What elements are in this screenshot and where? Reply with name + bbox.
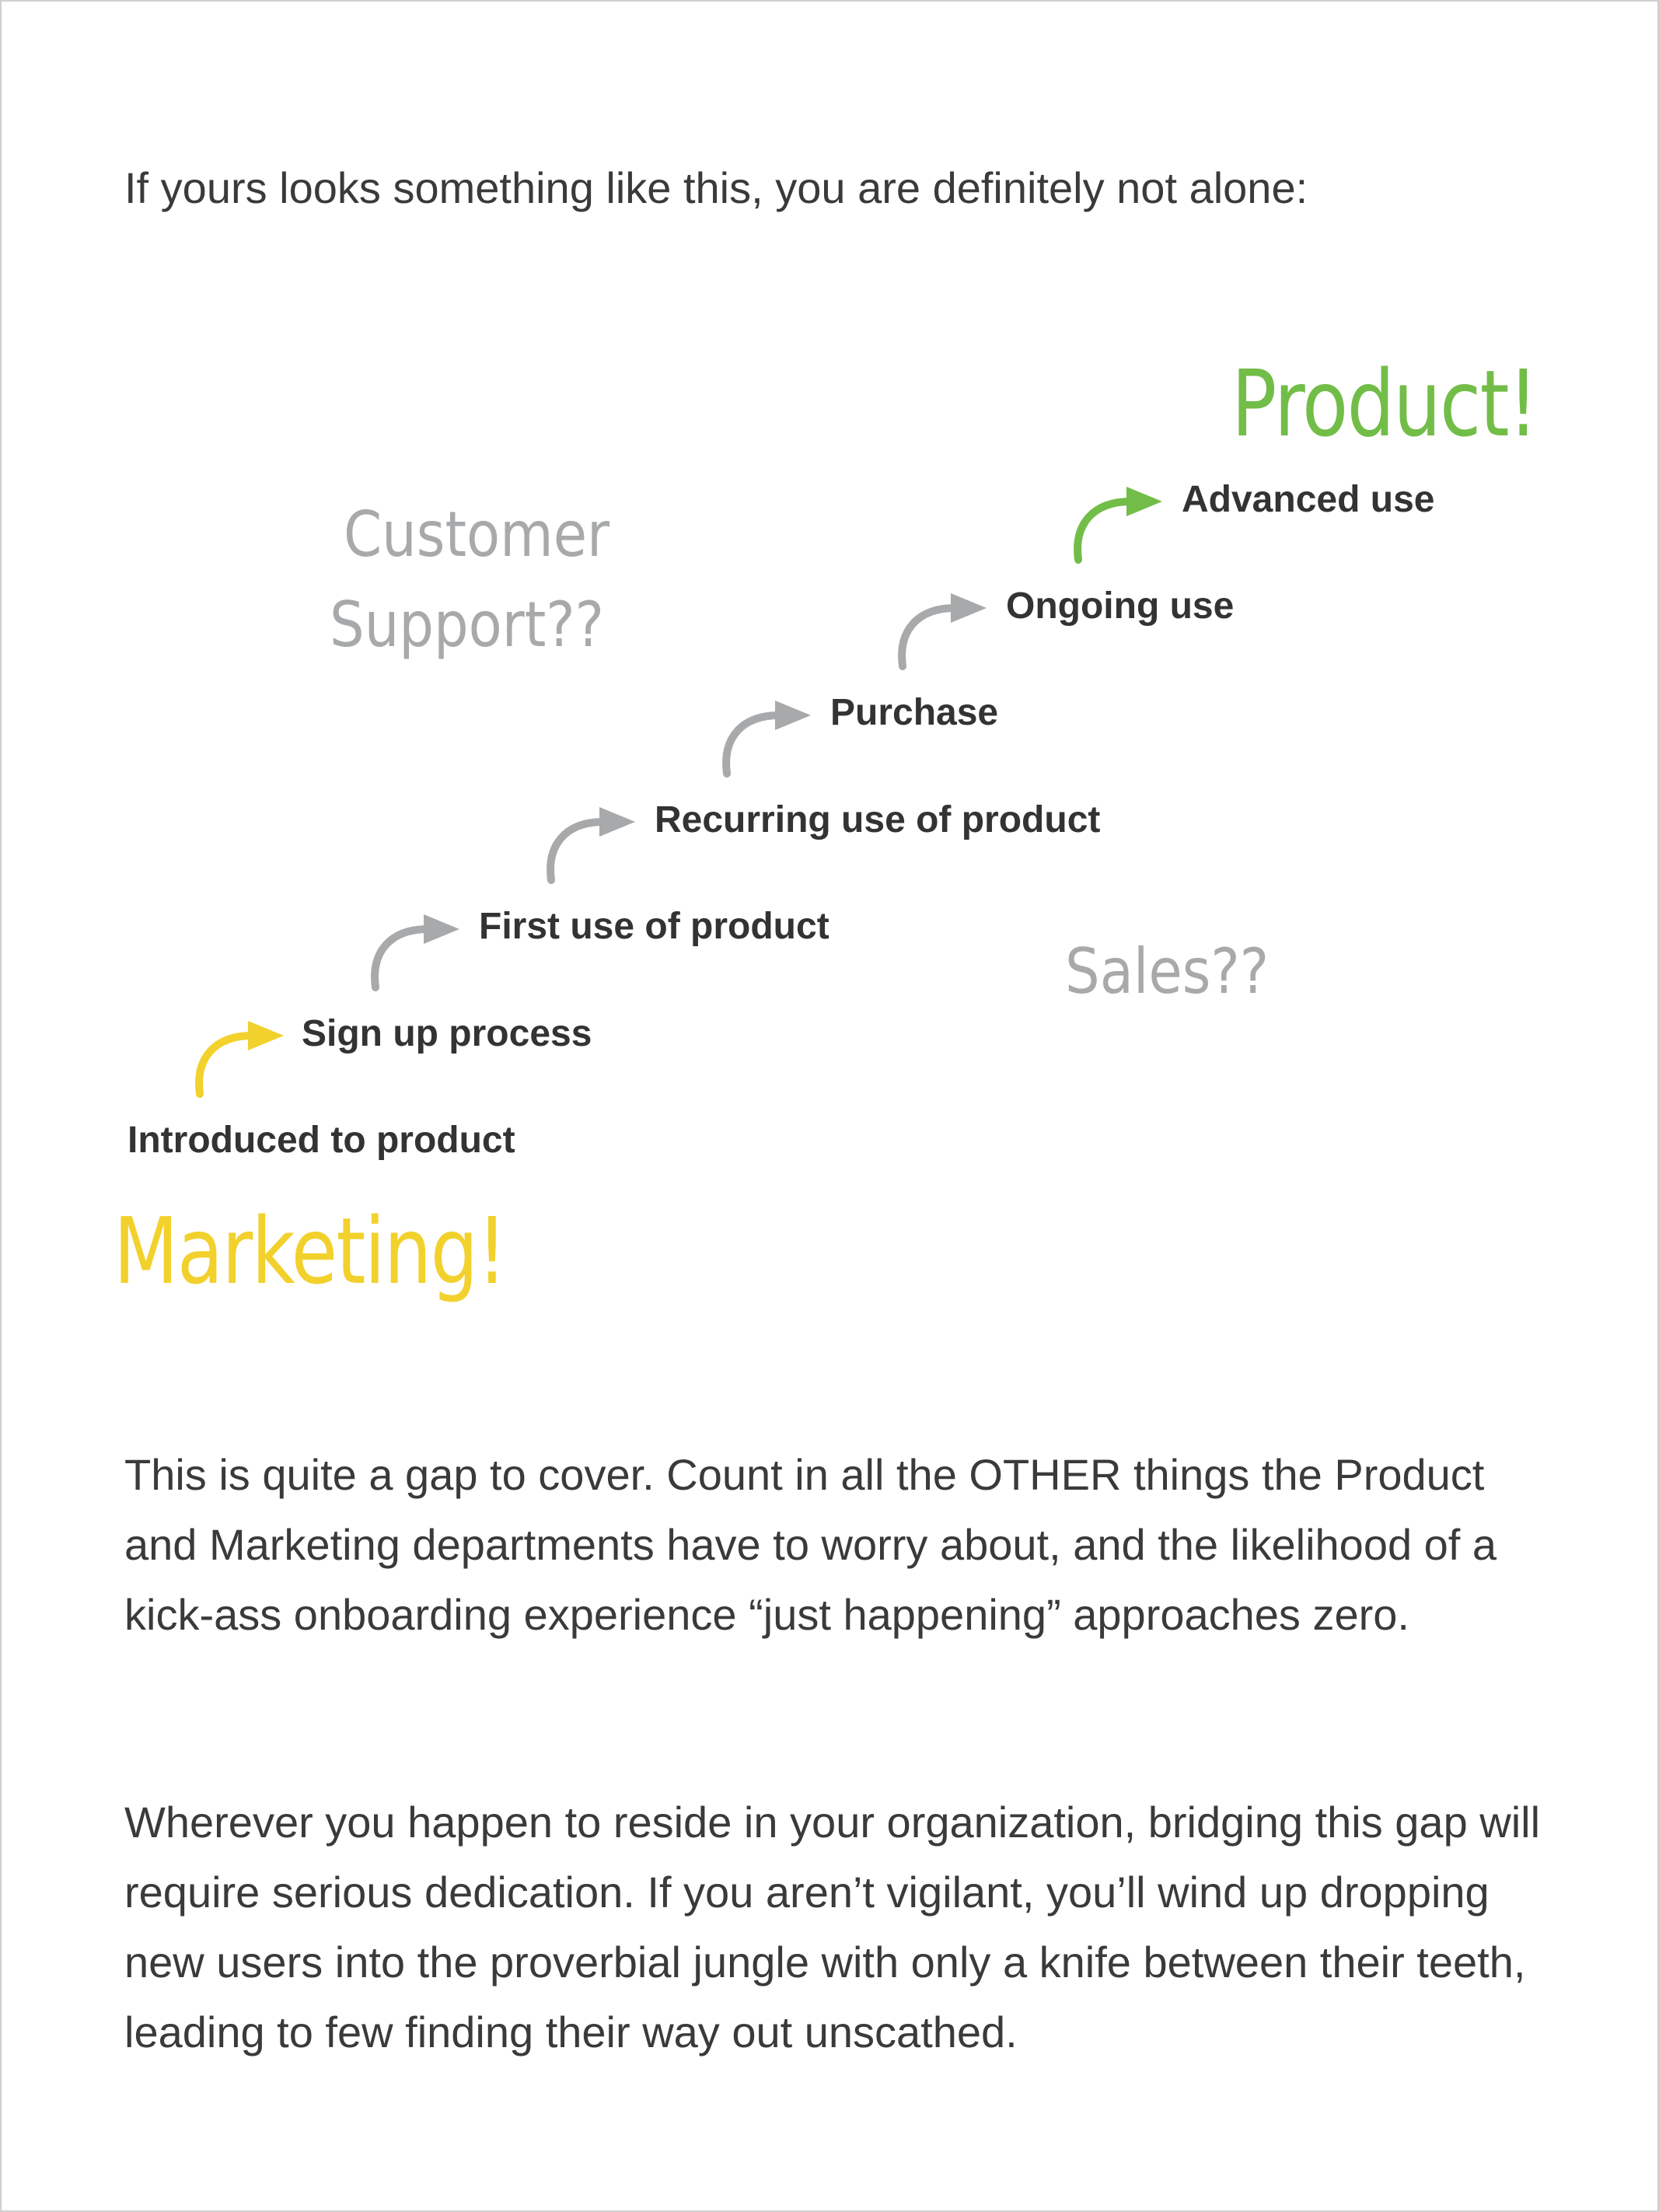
gray-curved-arrow-icon (371, 914, 459, 991)
step-ongoing-use: Ongoing use (1006, 585, 1235, 627)
green-curved-arrow-icon (1074, 487, 1162, 564)
sales-label: Sales?? (1065, 935, 1270, 1008)
step-first-use-of-product: First use of product (479, 906, 830, 947)
product-label: Product! (1231, 350, 1539, 457)
step-advanced-use: Advanced use (1182, 479, 1435, 520)
step-introduced-to-product: Introduced to product (127, 1120, 515, 1161)
document-page: If yours looks something like this, you … (0, 0, 1659, 2212)
gray-curved-arrow-icon (547, 807, 635, 884)
yellow-curved-arrow-icon (195, 1021, 284, 1098)
step-recurring-use-of-product: Recurring use of product (655, 799, 1101, 840)
marketing-label: Marketing! (114, 1197, 507, 1305)
step-sign-up-process: Sign up process (302, 1013, 592, 1054)
gray-curved-arrow-icon (898, 593, 987, 670)
body-paragraph-2: Wherever you happen to reside in your or… (124, 1798, 1541, 2056)
step-purchase: Purchase (830, 692, 999, 733)
customer-support-label-line1: Customer (344, 498, 609, 571)
gray-curved-arrow-icon (722, 701, 811, 778)
body-paragraph-1: This is quite a gap to cover. Count in a… (124, 1450, 1497, 1639)
customer-support-label-line2: Support?? (330, 589, 605, 661)
intro-text: If yours looks something like this, you … (124, 163, 1308, 212)
